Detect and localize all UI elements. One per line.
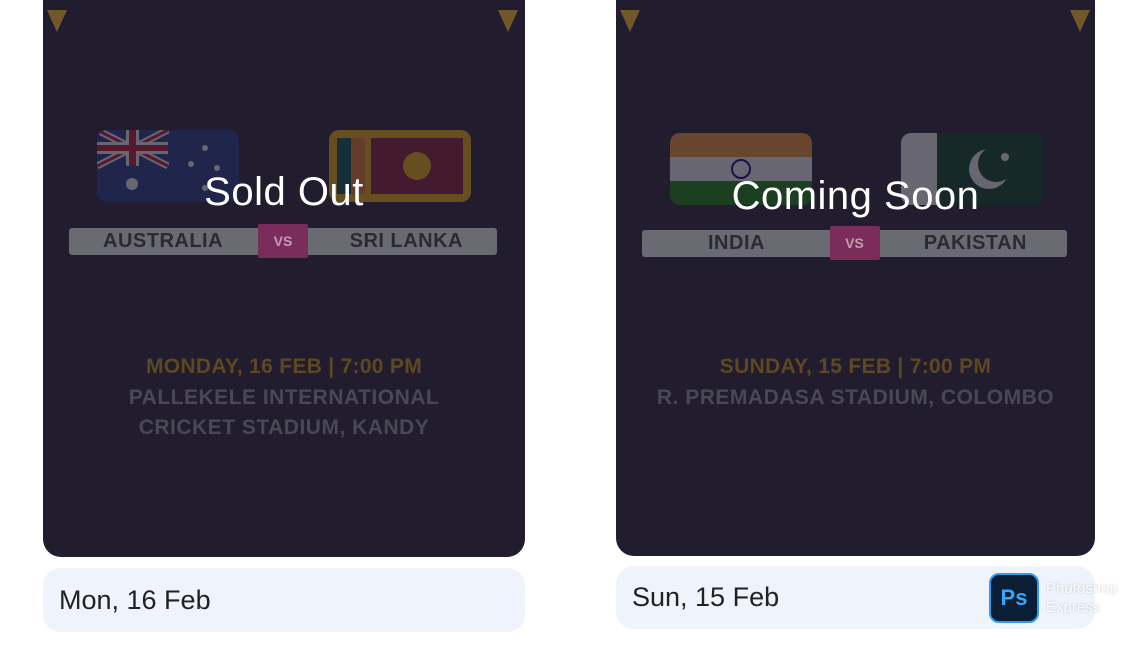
match-list: Sold Out AUSTRALIA VS SRI LANKA MONDAY, … [0,0,1148,645]
date-label: Sun, 15 Feb [632,582,780,612]
watermark-text: Photoshop Express [1046,579,1118,617]
photoshop-express-logo-icon: Ps [989,573,1039,623]
decoration-triangle [47,10,67,32]
teams-bar: AUSTRALIA VS SRI LANKA [69,224,497,258]
vs-badge: VS [258,224,308,258]
status-overlay: Coming Soon [731,174,980,218]
match-datetime: SUNDAY, 15 FEB | 7:00 PM [719,355,992,378]
date-label: Mon, 16 Feb [59,584,211,615]
venue: R. PREMADASA STADIUM, COLOMBO [616,383,1095,413]
decoration-triangle [620,10,640,32]
venue-line-1: R. PREMADASA STADIUM, COLOMBO [656,386,1055,409]
team-2-name: SRI LANKA [349,230,463,252]
date-pill-left[interactable]: Mon, 16 Feb [43,568,525,632]
match-card-india-pakistan[interactable]: Coming Soon INDIA VS PAKISTAN SUNDAY, 15… [616,0,1095,556]
match-datetime: MONDAY, 16 FEB | 7:00 PM [145,355,423,378]
vs-badge: VS [829,226,880,260]
team-1-name: INDIA [708,232,765,254]
decoration-triangle [498,10,518,32]
match-card-australia-sri-lanka[interactable]: Sold Out AUSTRALIA VS SRI LANKA MONDAY, … [43,0,525,557]
status-overlay: Sold Out [204,170,364,214]
watermark-line-2: Express [1046,599,1101,616]
team-2-name: PAKISTAN [923,232,1027,254]
venue-line-1: PALLEKELE INTERNATIONAL [128,386,440,409]
venue-line-2: CRICKET STADIUM, KANDY [138,416,430,439]
watermark-line-1: Photoshop [1046,580,1118,597]
decoration-triangle [1070,10,1090,32]
teams-bar: INDIA VS PAKISTAN [642,226,1067,260]
venue: PALLEKELE INTERNATIONAL CRICKET STADIUM,… [43,383,525,443]
team-1-name: AUSTRALIA [103,230,224,252]
